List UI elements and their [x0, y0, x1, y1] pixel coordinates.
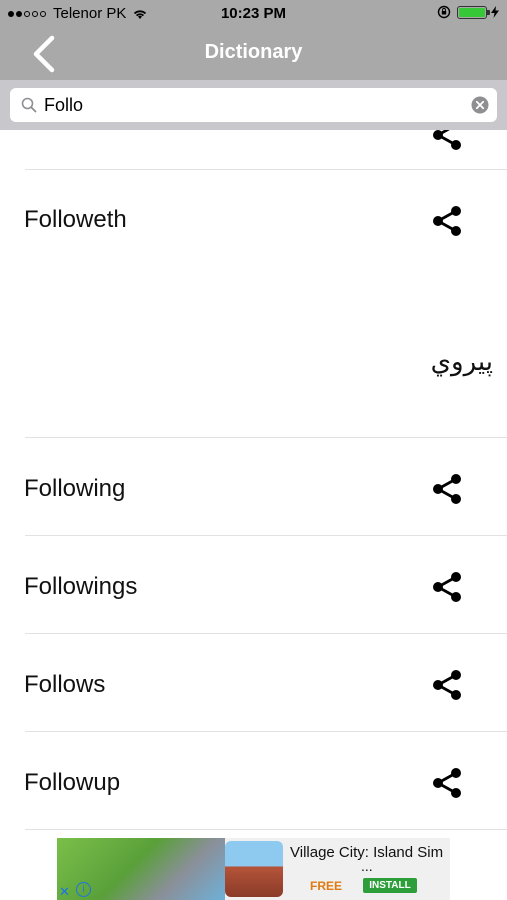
word-label: Followings [24, 573, 138, 600]
navigation-bar: Dictionary [0, 28, 507, 80]
list-item-follows[interactable]: Follows [0, 634, 507, 732]
share-icon[interactable] [430, 130, 464, 152]
ad-app-icon[interactable] [225, 841, 283, 897]
share-icon[interactable] [430, 570, 464, 604]
clear-search-icon[interactable] [471, 96, 489, 114]
ad-install-button[interactable]: INSTALL [363, 878, 417, 893]
word-label: Follows [24, 671, 106, 698]
status-time: 10:23 PM [220, 5, 287, 22]
ad-close-icon[interactable]: ✕ [59, 884, 70, 900]
ad-free-label: FREE [310, 879, 343, 893]
share-icon[interactable] [430, 766, 464, 800]
status-right [437, 5, 499, 19]
share-icon[interactable] [430, 472, 464, 506]
results-list: Followeth پيروي Following Followings Fol… [0, 130, 507, 835]
orientation-lock-icon [437, 5, 451, 19]
search-icon [21, 97, 37, 113]
search-bar [0, 80, 507, 130]
word-meaning: پيروي [430, 347, 493, 377]
search-input[interactable] [44, 92, 464, 118]
battery-icon [457, 5, 490, 19]
share-icon[interactable] [430, 204, 464, 238]
list-item-followings[interactable]: Followings [0, 536, 507, 634]
ad-info-icon[interactable]: i [76, 882, 91, 897]
status-bar: Telenor PK 10:23 PM [0, 0, 507, 28]
share-icon[interactable] [430, 668, 464, 702]
charging-bolt-icon [491, 6, 499, 18]
ad-banner[interactable]: ✕ i Village City: Island Sim ... FREE IN… [57, 838, 450, 900]
word-label: Followeth [24, 206, 127, 233]
divider [25, 829, 507, 830]
page-title: Dictionary [204, 41, 303, 63]
word-label: Following [24, 475, 126, 502]
ad-ellipsis: ... [361, 858, 373, 874]
list-item-following[interactable]: Following [0, 438, 507, 536]
list-item-partial[interactable] [0, 130, 507, 170]
search-field [10, 88, 497, 122]
list-item-followeth[interactable]: Followeth پيروي [0, 170, 507, 438]
list-item-followup[interactable]: Followup [0, 732, 507, 830]
word-label: Followup [24, 769, 121, 796]
